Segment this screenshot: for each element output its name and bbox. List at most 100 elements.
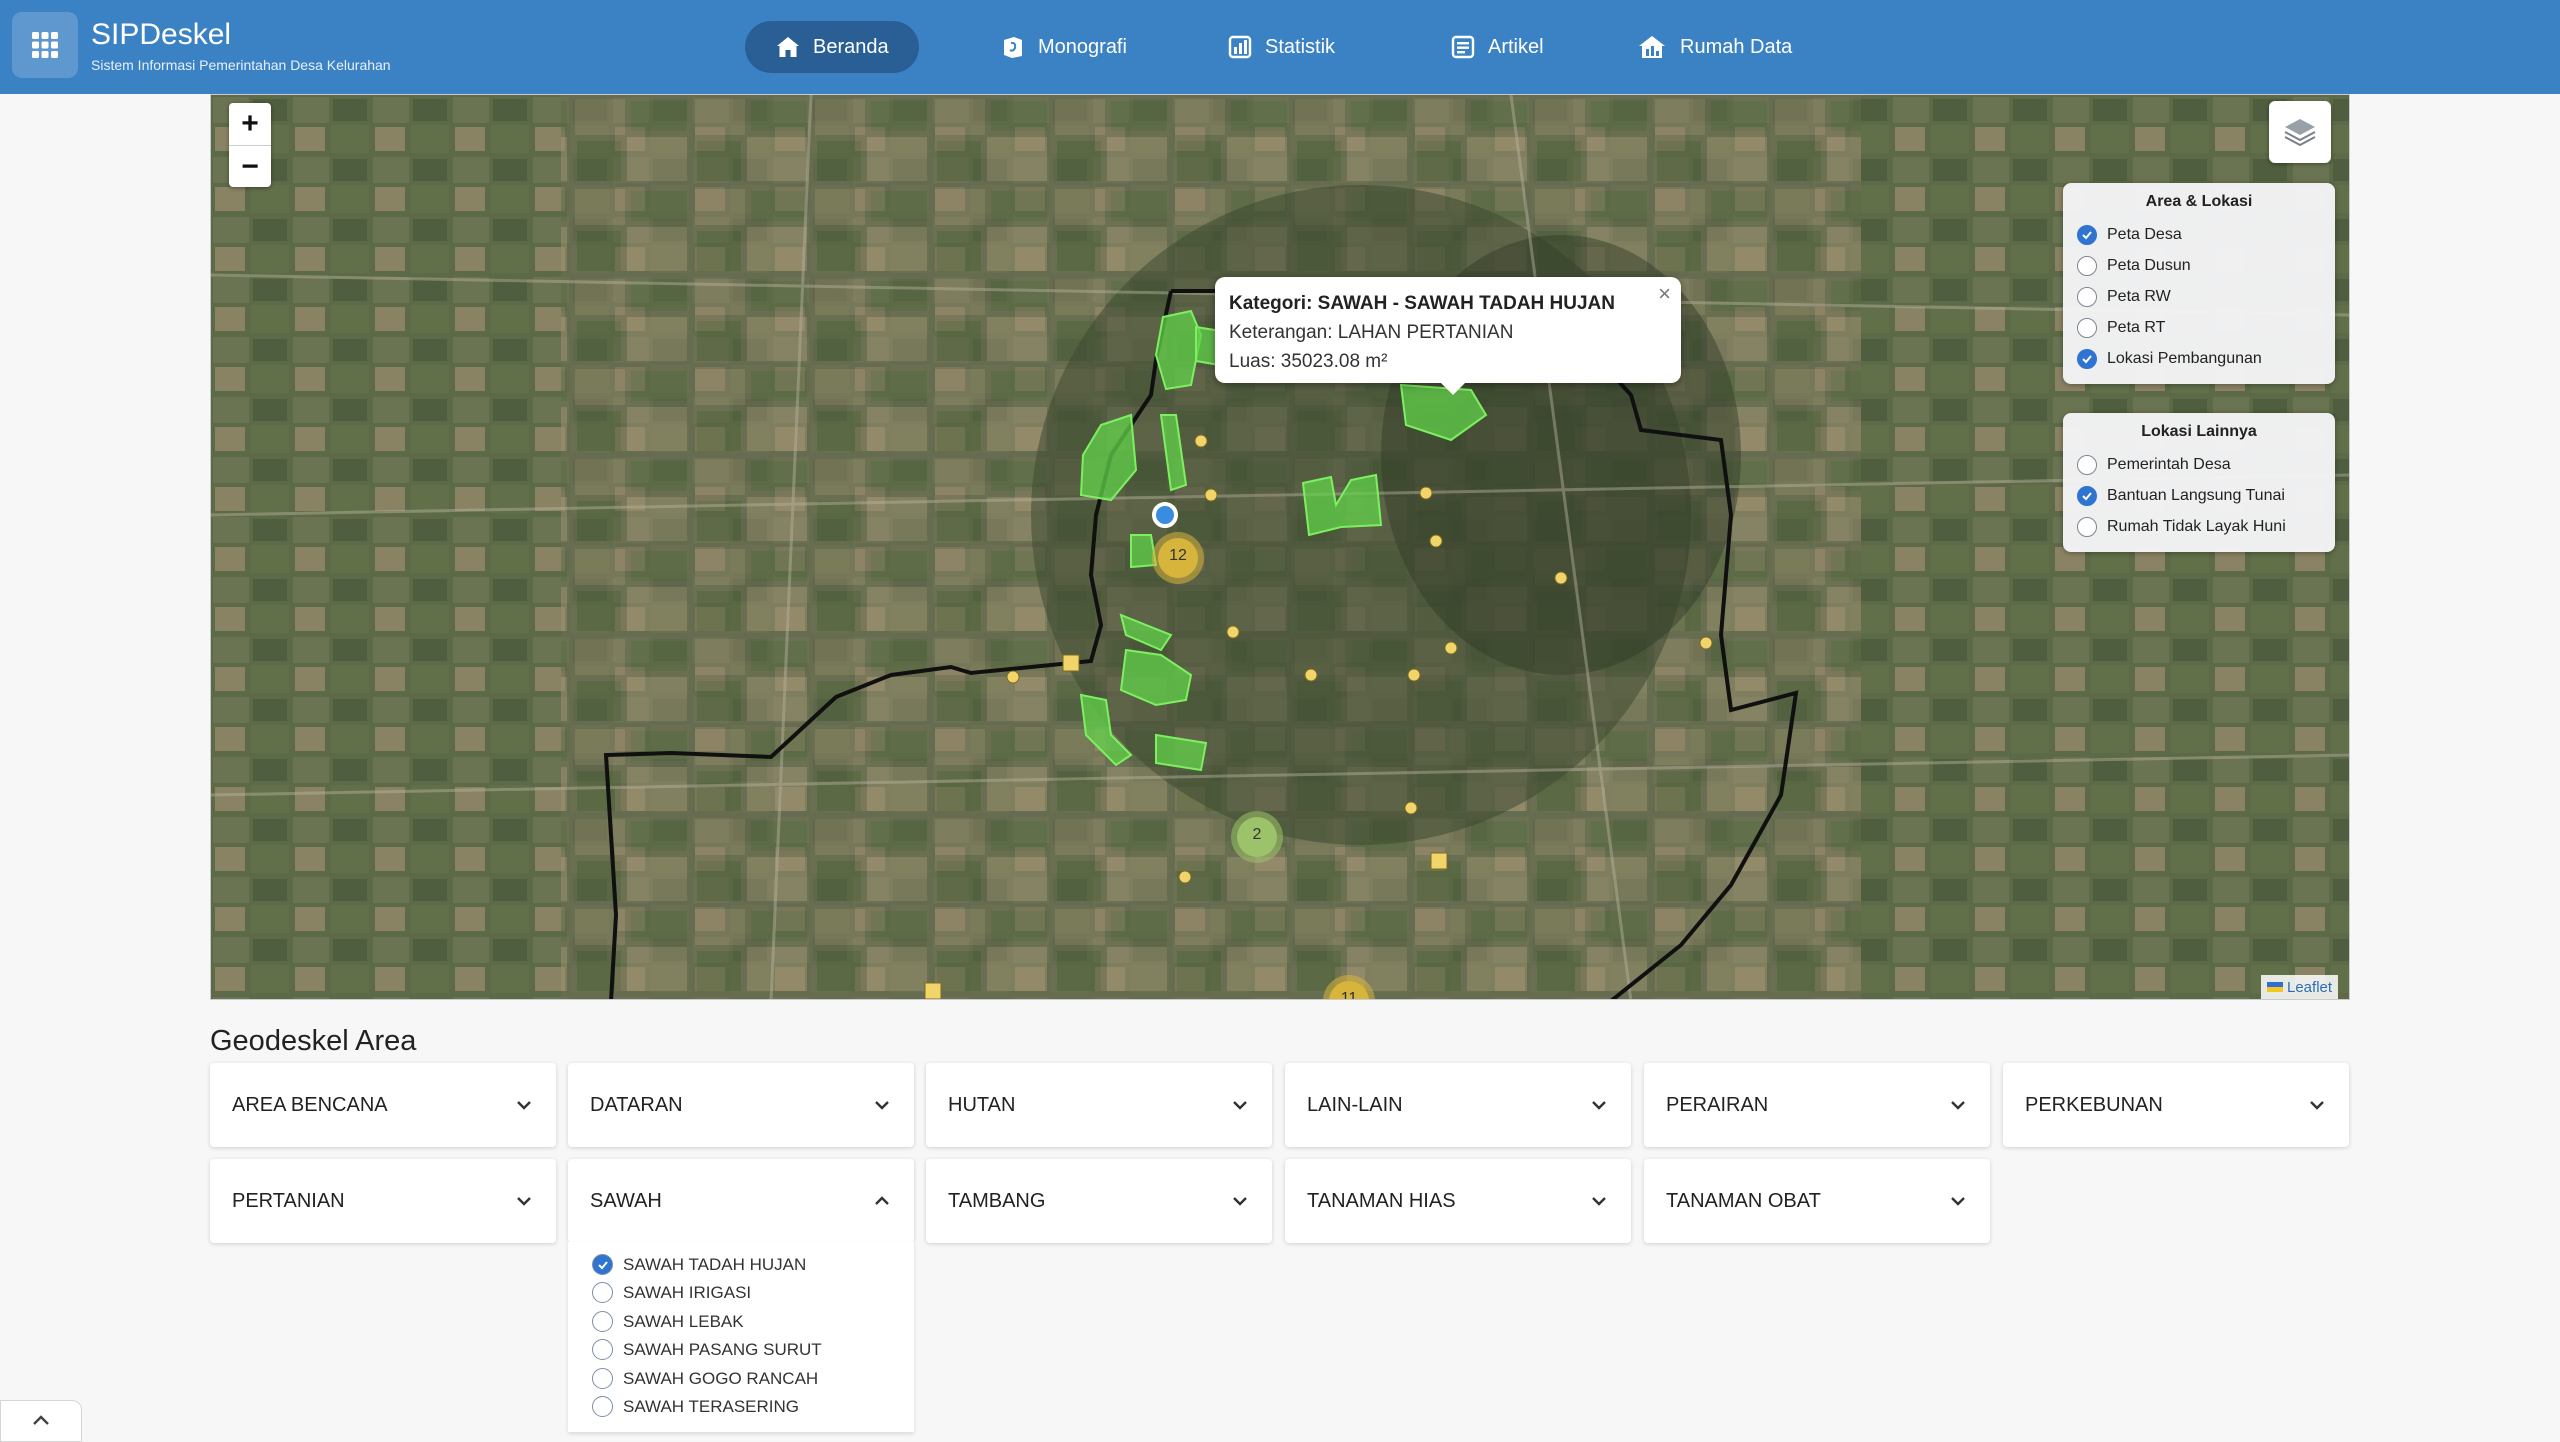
- article-icon: [1451, 35, 1475, 59]
- chevron-down-icon: [517, 1101, 531, 1110]
- category-area-bencana[interactable]: AREA BENCANA: [210, 1063, 556, 1147]
- layer-label: Peta RW: [2107, 287, 2171, 305]
- app-subtitle: Sistem Informasi Pemerintahan Desa Kelur…: [91, 57, 391, 73]
- nav-rumah-data[interactable]: Rumah Data: [1606, 21, 1822, 73]
- category-perairan[interactable]: PERAIRAN: [1644, 1063, 1990, 1147]
- checkbox[interactable]: [592, 1396, 613, 1417]
- layer-label: Rumah Tidak Layak Huni: [2107, 517, 2286, 535]
- nav-label: Monografi: [1038, 35, 1127, 58]
- option-label: SAWAH TERASERING: [623, 1396, 800, 1416]
- category-tambang[interactable]: TAMBANG: [926, 1159, 1272, 1243]
- layers-icon: [2284, 119, 2316, 147]
- checkbox[interactable]: [2077, 454, 2097, 475]
- map-icon: [1004, 37, 1022, 58]
- cluster-marker[interactable]: 12: [1158, 547, 1198, 565]
- village-map[interactable]: 12 2 11 + − Area & Lokasi Peta Desa Peta…: [210, 94, 2350, 1000]
- checkbox[interactable]: [592, 1368, 613, 1389]
- layers-button[interactable]: [2269, 101, 2331, 163]
- category-hutan[interactable]: HUTAN: [926, 1063, 1272, 1147]
- scroll-top-button[interactable]: [0, 1400, 82, 1442]
- chevron-down-icon: [1592, 1197, 1606, 1206]
- layer-bantuan-langsung-tunai[interactable]: Bantuan Langsung Tunai: [2077, 480, 2321, 511]
- option-sawah-gogo-rancah[interactable]: SAWAH GOGO RANCAH: [592, 1368, 818, 1389]
- category-label: PERAIRAN: [1666, 1093, 1769, 1116]
- category-label: DATARAN: [590, 1093, 683, 1116]
- checkbox[interactable]: [592, 1311, 613, 1332]
- layer-lokasi-pembangunan[interactable]: Lokasi Pembangunan: [2077, 343, 2321, 374]
- option-label: SAWAH TADAH HUJAN: [623, 1254, 807, 1274]
- grid-icon: [32, 32, 58, 58]
- checkbox[interactable]: [592, 1282, 613, 1303]
- app-menu-button[interactable]: [12, 12, 78, 78]
- category-tanaman-hias[interactable]: TANAMAN HIAS: [1285, 1159, 1631, 1243]
- panel-title: Lokasi Lainnya: [2141, 423, 2257, 440]
- app-title[interactable]: SIPDeskel: [91, 18, 231, 52]
- category-label: TANAMAN HIAS: [1307, 1189, 1456, 1212]
- category-sawah[interactable]: SAWAH: [568, 1159, 914, 1243]
- cluster-marker[interactable]: 2: [1237, 826, 1277, 844]
- checkbox[interactable]: [2077, 286, 2097, 307]
- layer-rumah-tidak-layak-huni[interactable]: Rumah Tidak Layak Huni: [2077, 511, 2321, 542]
- category-pertanian[interactable]: PERTANIAN: [210, 1159, 556, 1243]
- checkbox[interactable]: [2077, 348, 2097, 369]
- nav-artikel[interactable]: Artikel: [1420, 21, 1574, 73]
- option-sawah-lebak[interactable]: SAWAH LEBAK: [592, 1311, 744, 1332]
- zoom-out-button[interactable]: −: [229, 145, 271, 187]
- option-sawah-terasering[interactable]: SAWAH TERASERING: [592, 1396, 799, 1417]
- option-sawah-pasang-surut[interactable]: SAWAH PASANG SURUT: [592, 1339, 822, 1360]
- house-data-icon: [1639, 36, 1665, 58]
- chevron-up-icon: [33, 1415, 49, 1425]
- nav-monografi[interactable]: Monografi: [970, 21, 1157, 73]
- chevron-up-icon: [875, 1196, 889, 1205]
- category-lain-lain[interactable]: LAIN-LAIN: [1285, 1063, 1631, 1147]
- option-sawah-irigasi[interactable]: SAWAH IRIGASI: [592, 1282, 751, 1303]
- popup-tip: [1439, 381, 1467, 395]
- checkbox[interactable]: [592, 1339, 613, 1360]
- map-attribution[interactable]: Leaflet: [2261, 975, 2339, 999]
- zoom-control: + −: [229, 103, 271, 187]
- checkbox[interactable]: [2077, 255, 2097, 276]
- category-label: PERKEBUNAN: [2025, 1093, 2163, 1116]
- nav-label: Beranda: [813, 35, 889, 58]
- attribution-link[interactable]: Leaflet: [2287, 979, 2332, 996]
- nav-beranda[interactable]: Beranda: [745, 21, 919, 73]
- checkbox[interactable]: [592, 1254, 613, 1275]
- checkbox[interactable]: [2077, 224, 2097, 245]
- nav-statistik[interactable]: Statistik: [1197, 21, 1365, 73]
- cluster-marker[interactable]: 11: [1329, 990, 1369, 999]
- popup-kategori: Kategori: SAWAH - SAWAH TADAH HUJAN: [1229, 293, 1615, 314]
- option-label: SAWAH IRIGASI: [623, 1282, 752, 1302]
- checkbox[interactable]: [2077, 485, 2097, 506]
- layer-label: Pemerintah Desa: [2107, 455, 2231, 473]
- layer-peta-desa[interactable]: Peta Desa: [2077, 219, 2321, 250]
- panel-title: Area & Lokasi: [2145, 193, 2253, 210]
- zoom-in-button[interactable]: +: [229, 103, 271, 145]
- home-icon: [777, 37, 799, 57]
- option-label: SAWAH GOGO RANCAH: [623, 1368, 819, 1388]
- top-navbar: SIPDeskel Sistem Informasi Pemerintahan …: [0, 0, 2560, 94]
- category-label: PERTANIAN: [232, 1189, 345, 1212]
- category-dataran[interactable]: DATARAN: [568, 1063, 914, 1147]
- layer-label: Peta Dusun: [2107, 256, 2191, 274]
- nav-label: Rumah Data: [1680, 35, 1793, 58]
- layer-pemerintah-desa[interactable]: Pemerintah Desa: [2077, 449, 2321, 480]
- popup-close-button[interactable]: ×: [1658, 279, 1671, 308]
- category-label: LAIN-LAIN: [1307, 1093, 1403, 1116]
- layer-label: Peta RT: [2107, 318, 2166, 336]
- category-label: HUTAN: [948, 1093, 1016, 1116]
- layer-peta-rt[interactable]: Peta RT: [2077, 312, 2321, 343]
- layer-label: Peta Desa: [2107, 225, 2182, 243]
- chart-icon: [1228, 35, 1252, 59]
- nav-label: Statistik: [1265, 35, 1336, 58]
- checkbox[interactable]: [2077, 317, 2097, 338]
- chevron-down-icon: [1233, 1101, 1247, 1110]
- layer-peta-dusun[interactable]: Peta Dusun: [2077, 250, 2321, 281]
- satellite-basemap[interactable]: [211, 95, 2350, 1000]
- category-tanaman-obat[interactable]: TANAMAN OBAT: [1644, 1159, 1990, 1243]
- category-perkebunan[interactable]: PERKEBUNAN: [2003, 1063, 2349, 1147]
- layer-peta-rw[interactable]: Peta RW: [2077, 281, 2321, 312]
- category-label: TANAMAN OBAT: [1666, 1189, 1821, 1212]
- checkbox[interactable]: [2077, 516, 2097, 537]
- popup-keterangan: Keterangan: LAHAN PERTANIAN: [1229, 322, 1514, 343]
- option-sawah-tadah-hujan[interactable]: SAWAH TADAH HUJAN: [592, 1254, 806, 1275]
